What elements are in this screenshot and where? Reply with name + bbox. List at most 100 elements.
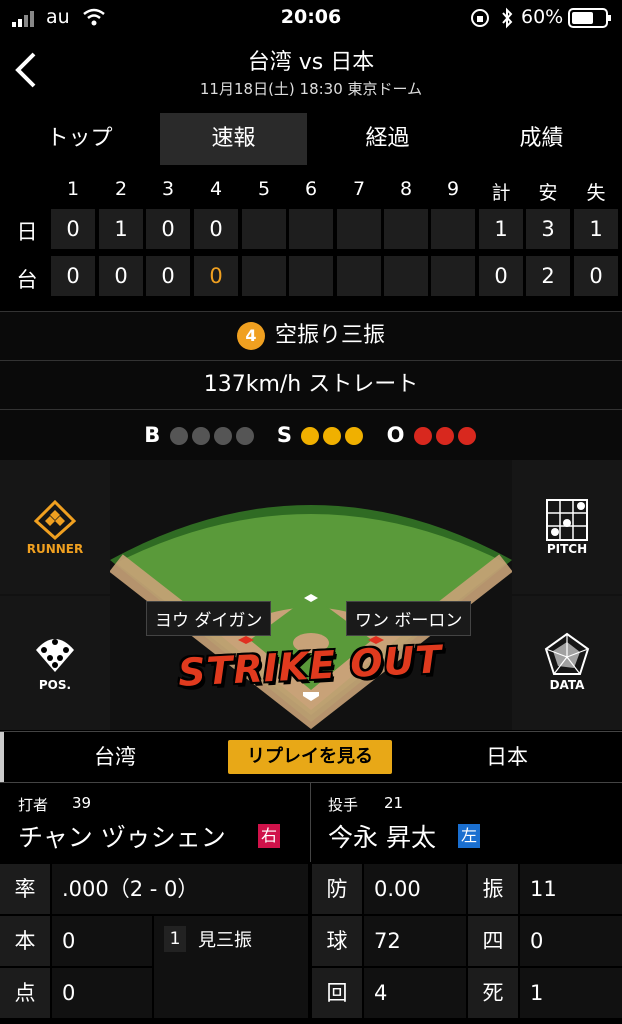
- strike-dots: [299, 423, 365, 447]
- score-cell: [242, 209, 286, 249]
- rbi-label: 点: [0, 968, 50, 1018]
- score-cell: 0: [146, 209, 190, 249]
- era: 0.00: [364, 864, 466, 914]
- score-cell: [384, 256, 428, 296]
- stats-grid: 率 .000（2 - 0） 本 0 点 0 1 見三振 防 0.00 振 11 …: [0, 864, 622, 1024]
- score-cell: [431, 209, 475, 249]
- pitcher-name: 今永 昇太: [328, 823, 436, 852]
- pitcher-hand-badge: 左: [458, 824, 480, 848]
- inning-header: 9: [446, 178, 460, 200]
- fielder-label-left: ヨウ ダイガン: [146, 601, 272, 636]
- batter-number: 39: [72, 794, 92, 812]
- battery-percent: 60%: [521, 6, 564, 28]
- total-hits-cell: 3: [526, 209, 570, 249]
- tab-stats[interactable]: 成績: [468, 113, 615, 165]
- total-hits-header: 安: [538, 182, 558, 204]
- play-number-badge: 4: [236, 322, 265, 350]
- rbi: 0: [52, 968, 152, 1018]
- fielder-label-right: ワン ボーロン: [346, 601, 472, 636]
- strikeouts-label: 振: [468, 864, 518, 914]
- hit-by-pitch: 1: [520, 968, 622, 1018]
- inning-header: 1: [66, 178, 80, 200]
- pitcher-number: 21: [384, 794, 404, 812]
- runner-label: RUNNER: [26, 542, 84, 556]
- team-bar: 台湾 リプレイを見る 日本: [0, 731, 622, 783]
- inning-header: 6: [304, 178, 318, 200]
- at-bat-number: 1: [164, 926, 186, 952]
- strike-label: S: [276, 423, 292, 447]
- inning-header: 3: [161, 178, 175, 200]
- ball-dots: [168, 423, 256, 447]
- replay-button[interactable]: リプレイを見る: [228, 740, 392, 774]
- battery-icon: [568, 8, 612, 33]
- batter-name: チャン ヅゥシェン: [18, 823, 226, 852]
- tab-progress[interactable]: 経過: [314, 113, 461, 165]
- total-hits-cell: 2: [526, 256, 570, 296]
- play-result: 空振り三振: [274, 323, 385, 348]
- team-row-label: 台: [16, 268, 38, 292]
- positions-label: POS.: [38, 678, 72, 692]
- walks-label: 四: [468, 916, 518, 966]
- total-runs-header: 計: [491, 182, 511, 204]
- at-bat-result: 見三振: [198, 930, 252, 951]
- inning-header: 8: [399, 178, 413, 200]
- rotation-lock-icon: [470, 8, 490, 33]
- tab-bar: トップ 速報 経過 成績: [0, 113, 622, 165]
- inning-header: 2: [114, 178, 128, 200]
- innings-pitched: 4: [364, 968, 466, 1018]
- score-cell: [289, 209, 333, 249]
- score-cell-current: 0: [194, 256, 238, 296]
- score-cell: 0: [146, 256, 190, 296]
- pitches-label: 球: [312, 916, 362, 966]
- away-team-tab[interactable]: 台湾: [0, 732, 230, 782]
- total-errors-cell: 1: [574, 209, 618, 249]
- out-label: O: [386, 423, 405, 447]
- pentagon-chart-icon: [544, 632, 590, 675]
- pitch-button[interactable]: PITCH: [512, 460, 622, 594]
- total-runs-cell: 0: [479, 256, 523, 296]
- pitch-info-bar: 137km/h ストレート: [0, 360, 622, 410]
- score-cell: [289, 256, 333, 296]
- tab-live[interactable]: 速報: [160, 113, 307, 165]
- innings-label: 回: [312, 968, 362, 1018]
- positions-icon: [36, 639, 74, 672]
- hr-label: 本: [0, 916, 50, 966]
- pitcher-panel: 投手 21 今永 昇太 左: [312, 782, 622, 862]
- tab-top[interactable]: トップ: [6, 113, 153, 165]
- score-cell: 0: [194, 209, 238, 249]
- score-cell: [337, 256, 381, 296]
- out-dots: [412, 423, 478, 447]
- pitch-count: 72: [364, 916, 466, 966]
- score-cell: 1: [99, 209, 143, 249]
- total-runs-cell: 1: [479, 209, 523, 249]
- count-bar: B S O: [0, 409, 622, 461]
- diamond-icon: [34, 500, 76, 540]
- strike-zone-grid-icon: [546, 499, 588, 541]
- inning-header: 7: [352, 178, 366, 200]
- at-bat-log: 1 見三振: [154, 916, 308, 1018]
- data-button[interactable]: DATA: [512, 596, 622, 730]
- game-info: 11月18日(土) 18:30 東京ドーム: [199, 80, 423, 98]
- batter-hand-badge: 右: [258, 824, 280, 848]
- home-runs: 0: [52, 916, 152, 966]
- score-cell: 0: [99, 256, 143, 296]
- strikeouts: 11: [520, 864, 622, 914]
- runner-button[interactable]: RUNNER: [0, 460, 110, 594]
- walks: 0: [520, 916, 622, 966]
- score-cell: [431, 256, 475, 296]
- status-bar: au 20:06 60%: [0, 0, 622, 36]
- inning-header: 5: [257, 178, 271, 200]
- inning-header: 4: [209, 178, 223, 200]
- page-title: 台湾 vs 日本: [247, 50, 375, 75]
- total-errors-header: 失: [586, 182, 606, 204]
- pitch-label: PITCH: [546, 542, 588, 556]
- ball-label: B: [144, 423, 161, 447]
- total-errors-cell: 0: [574, 256, 618, 296]
- team-row-label: 日: [16, 220, 38, 244]
- score-cell: 0: [51, 209, 95, 249]
- positions-button[interactable]: POS.: [0, 596, 110, 730]
- batter-panel: 打者 39 チャン ヅゥシェン 右: [0, 782, 311, 862]
- batter-role: 打者: [18, 796, 49, 814]
- home-team-tab[interactable]: 日本: [392, 732, 622, 782]
- pitcher-role: 投手: [328, 796, 359, 814]
